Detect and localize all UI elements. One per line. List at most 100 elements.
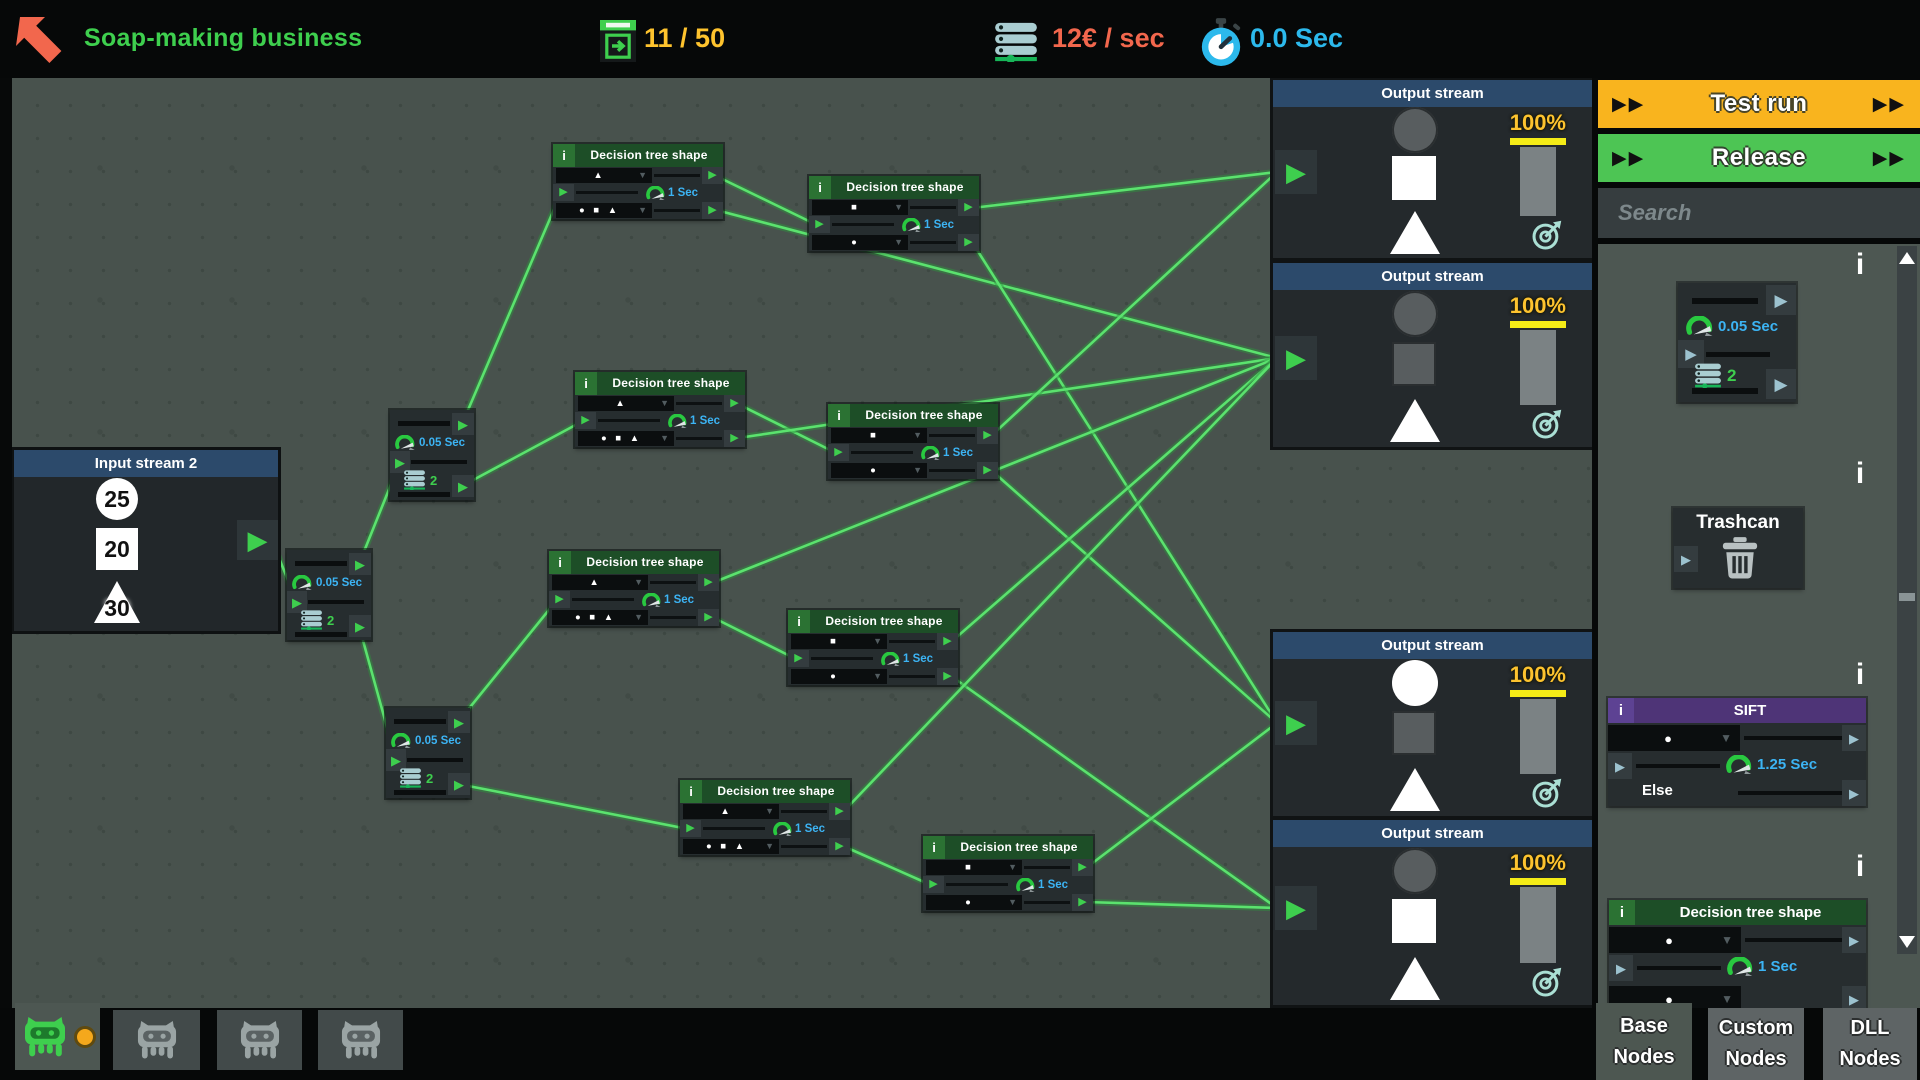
- info-icon[interactable]: i: [1850, 459, 1870, 489]
- input-port[interactable]: ▶: [1674, 546, 1698, 572]
- info-icon[interactable]: i: [575, 372, 597, 395]
- output-port[interactable]: ▶: [452, 413, 474, 435]
- shape-selector[interactable]: ● ■ ▲ ▼: [683, 839, 779, 854]
- palette-trashcan-node[interactable]: Trashcan ▶: [1673, 508, 1803, 588]
- output-port[interactable]: ▶: [1072, 894, 1093, 911]
- output-port[interactable]: ▶: [958, 234, 979, 251]
- info-icon[interactable]: i: [923, 836, 945, 859]
- palette-delay-node[interactable]: ▶ 0.05 Sec ▶ 2 ▶: [1678, 283, 1796, 402]
- info-icon[interactable]: i: [809, 176, 831, 199]
- tab-dll-nodes[interactable]: DLL Nodes: [1823, 1008, 1917, 1080]
- scroll-thumb[interactable]: [1899, 593, 1915, 601]
- shape-selector[interactable]: ● ■ ▲ ▼: [556, 203, 652, 218]
- shape-selector[interactable]: ● ▼: [1609, 927, 1741, 953]
- output-port[interactable]: ▶: [1842, 780, 1866, 806]
- decision-tree-node[interactable]: i Decision tree shape ■ ▼ ▶ ▶ 1 Sec ● ▼ …: [809, 176, 979, 251]
- input-port[interactable]: ▶: [923, 876, 944, 893]
- employee-slot-1[interactable]: [15, 1003, 100, 1070]
- node-canvas[interactable]: Input stream 2 252030 ▶ ▶ 0.05 Sec ▶ 2 ▶…: [12, 78, 1592, 1008]
- output-port[interactable]: ▶: [448, 711, 470, 733]
- output-port[interactable]: ▶: [702, 167, 723, 184]
- output-port[interactable]: ▶: [1842, 725, 1866, 751]
- input-port[interactable]: ▶: [1608, 753, 1632, 779]
- shape-selector[interactable]: ● ▼: [791, 669, 887, 684]
- target-icon-wrap[interactable]: [1531, 218, 1564, 256]
- palette-sift-node[interactable]: i SIFT ● ▼ ▶ ▶ 1.25 Sec Else ▶: [1608, 698, 1866, 806]
- delay-node[interactable]: ▶ 0.05 Sec ▶ 2 ▶: [390, 410, 474, 500]
- decision-tree-node[interactable]: i Decision tree shape ▲ ▼ ▶ ▶ 1 Sec ● ■ …: [549, 551, 719, 626]
- tab-custom-nodes[interactable]: Custom Nodes: [1708, 1008, 1804, 1080]
- employee-slot-3[interactable]: [217, 1010, 302, 1070]
- output-stream-panel[interactable]: Output stream ▶ 100%: [1273, 80, 1592, 258]
- output-port[interactable]: ▶: [349, 553, 371, 575]
- palette-scrollbar[interactable]: [1897, 246, 1917, 954]
- input-port[interactable]: ▶: [680, 820, 701, 837]
- shape-selector[interactable]: ■ ▼: [926, 860, 1022, 875]
- output-port[interactable]: ▶: [1842, 927, 1866, 953]
- target-icon-wrap[interactable]: [1531, 407, 1564, 445]
- info-icon[interactable]: i: [1850, 852, 1870, 882]
- info-icon[interactable]: i: [549, 551, 571, 574]
- shape-selector[interactable]: ▲ ▼: [683, 804, 779, 819]
- delay-node[interactable]: ▶ 0.05 Sec ▶ 2 ▶: [287, 550, 371, 640]
- info-icon[interactable]: i: [788, 610, 810, 633]
- output-port[interactable]: ▶: [698, 574, 719, 591]
- input-port[interactable]: ▶: [575, 412, 596, 429]
- employee-slot-4[interactable]: [318, 1010, 403, 1070]
- target-icon-wrap[interactable]: [1531, 776, 1564, 814]
- decision-tree-node[interactable]: i Decision tree shape ▲ ▼ ▶ ▶ 1 Sec ● ■ …: [680, 780, 850, 855]
- shape-selector[interactable]: ▲ ▼: [578, 396, 674, 411]
- shape-selector[interactable]: ● ▼: [831, 463, 927, 478]
- target-icon-wrap[interactable]: [1531, 965, 1564, 1003]
- shape-selector[interactable]: ● ■ ▲ ▼: [552, 610, 648, 625]
- shape-selector[interactable]: ● ▼: [812, 235, 908, 250]
- shape-selector[interactable]: ■ ▼: [812, 200, 908, 215]
- shape-selector[interactable]: ● ▼: [926, 895, 1022, 910]
- decision-tree-node[interactable]: i Decision tree shape ▲ ▼ ▶ ▶ 1 Sec ● ■ …: [575, 372, 745, 447]
- output-port[interactable]: ▶: [724, 430, 745, 447]
- input-port[interactable]: ▶: [553, 184, 574, 201]
- output-port[interactable]: ▶: [977, 462, 998, 479]
- shape-selector[interactable]: ▲ ▼: [556, 168, 652, 183]
- output-port[interactable]: ▶: [349, 615, 371, 637]
- output-port[interactable]: ▶: [698, 609, 719, 626]
- output-port[interactable]: ▶: [448, 773, 470, 795]
- input-port[interactable]: ▶: [828, 444, 849, 461]
- scroll-up-icon[interactable]: [1899, 252, 1915, 264]
- info-icon[interactable]: i: [1850, 660, 1870, 690]
- info-icon[interactable]: i: [1608, 698, 1634, 723]
- output-port[interactable]: ▶: [829, 838, 850, 855]
- node-palette[interactable]: i i i i ▶ 0.05 Sec ▶: [1598, 244, 1920, 1008]
- output-port[interactable]: ▶: [937, 668, 958, 685]
- input-port[interactable]: ▶: [788, 650, 809, 667]
- info-icon[interactable]: i: [1850, 250, 1870, 280]
- shape-selector[interactable]: ■ ▼: [791, 634, 887, 649]
- input-stream-panel[interactable]: Input stream 2 252030 ▶: [14, 450, 278, 631]
- scroll-down-icon[interactable]: [1899, 936, 1915, 948]
- shape-selector[interactable]: ■ ▼: [831, 428, 927, 443]
- decision-tree-node[interactable]: i Decision tree shape ■ ▼ ▶ ▶ 1 Sec ● ▼ …: [923, 836, 1093, 911]
- condition-selector[interactable]: ● ▼: [1608, 725, 1740, 751]
- info-icon[interactable]: i: [680, 780, 702, 803]
- decision-tree-node[interactable]: i Decision tree shape ▲ ▼ ▶ ▶ 1 Sec ● ■ …: [553, 144, 723, 219]
- output-port[interactable]: ▶: [1842, 986, 1866, 1008]
- output-stream-input-port[interactable]: ▶: [1275, 150, 1317, 194]
- palette-decision-node[interactable]: i Decision tree shape ● ▼ ▶ ▶ 1 Sec ● ▼: [1609, 900, 1866, 1008]
- output-stream-panel[interactable]: Output stream ▶ 100%: [1273, 263, 1592, 447]
- input-port[interactable]: ▶: [1609, 955, 1633, 981]
- shape-selector[interactable]: ● ■ ▲ ▼: [578, 431, 674, 446]
- input-port[interactable]: ▶: [549, 591, 570, 608]
- delay-node[interactable]: ▶ 0.05 Sec ▶ 2 ▶: [386, 708, 470, 798]
- back-arrow-logo[interactable]: [16, 13, 70, 65]
- info-icon[interactable]: i: [1609, 900, 1635, 925]
- output-port[interactable]: ▶: [452, 475, 474, 497]
- output-stream-input-port[interactable]: ▶: [1275, 336, 1317, 380]
- input-stream-output-port[interactable]: ▶: [237, 520, 278, 560]
- output-stream-input-port[interactable]: ▶: [1275, 701, 1317, 745]
- output-port[interactable]: ▶: [1072, 859, 1093, 876]
- search-input[interactable]: [1598, 188, 1920, 238]
- output-port[interactable]: ▶: [702, 202, 723, 219]
- output-port[interactable]: ▶: [937, 633, 958, 650]
- tab-base-nodes[interactable]: Base Nodes: [1596, 1003, 1692, 1080]
- output-stream-panel[interactable]: Output stream ▶ 100%: [1273, 632, 1592, 816]
